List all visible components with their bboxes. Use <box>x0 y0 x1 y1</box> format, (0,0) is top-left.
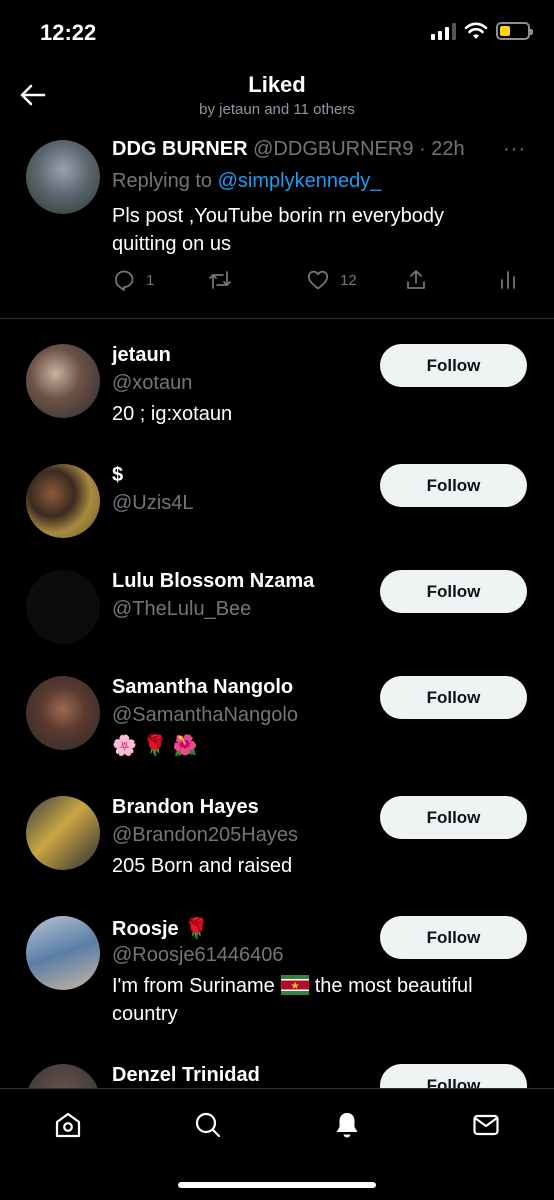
heart-icon <box>307 270 329 290</box>
tweet-author-handle[interactable]: @DDGBURNER9 <box>253 138 413 160</box>
user-handle: @Roosje61446406 <box>112 944 284 966</box>
like-button[interactable]: 12 <box>306 268 357 292</box>
notifications-icon <box>336 1113 358 1138</box>
tweet-actions: 1 12 <box>112 268 522 296</box>
retweet-button[interactable] <box>207 268 243 292</box>
status-bar: 12:22 <box>0 0 554 66</box>
tweet[interactable]: DDG BURNER @DDGBURNER9 · 22h ··· Replyin… <box>0 124 554 319</box>
signal-icon <box>431 22 456 40</box>
user-name: Samantha Nangolo <box>112 676 294 698</box>
avatar[interactable] <box>26 570 100 644</box>
user-bio-text: I'm from Suriname <box>112 975 275 997</box>
user-bio: 🌸 🌹 🌺 <box>112 735 198 757</box>
like-count: 12 <box>340 271 357 289</box>
follow-button[interactable]: Follow <box>380 344 527 387</box>
tweet-header: DDG BURNER @DDGBURNER9 · 22h <box>112 138 465 161</box>
nav-search[interactable] <box>188 1105 228 1145</box>
avatar[interactable] <box>26 796 100 870</box>
tweet-text: Pls post ,YouTube borin rn everybody qui… <box>112 205 445 255</box>
user-name: $ <box>112 464 124 486</box>
wifi-icon <box>464 22 488 39</box>
reply-button[interactable]: 1 <box>112 268 154 292</box>
tweet-time[interactable]: 22h <box>431 138 464 160</box>
user-name: Denzel Trinidad <box>112 1064 260 1086</box>
page-title: Liked <box>248 72 306 97</box>
follow-button[interactable]: Follow <box>380 464 527 507</box>
header: Liked by jetaun and 11 others <box>0 66 554 124</box>
user-bio: 20 ; ig:xotaun <box>112 403 233 425</box>
user-handle: @xotaun <box>112 372 193 394</box>
user-name: Brandon Hayes <box>112 796 259 818</box>
tweet-separator: · <box>419 138 426 160</box>
avatar[interactable] <box>26 464 100 538</box>
user-name: Lulu Blossom Nzama <box>112 570 315 592</box>
user-handle: @TheLulu_Bee <box>112 598 252 620</box>
retweet-icon <box>209 271 231 289</box>
user-handle: @Brandon205Hayes <box>112 824 298 846</box>
user-bio: I'm from Suriname the most beautiful cou… <box>112 972 512 1028</box>
follow-button[interactable]: Follow <box>380 570 527 613</box>
share-button[interactable] <box>404 268 428 292</box>
status-time: 12:22 <box>40 20 97 45</box>
reply-count: 1 <box>146 271 155 289</box>
avatar[interactable] <box>26 676 100 750</box>
user-handle: @Uzis4L <box>112 492 194 514</box>
follow-button[interactable]: Follow <box>380 1064 527 1088</box>
user-handle: @SamanthaNangolo <box>112 704 298 726</box>
avatar[interactable] <box>26 344 100 418</box>
home-icon <box>55 1112 81 1138</box>
more-options-icon[interactable]: ··· <box>503 138 526 161</box>
page-subtitle: by jetaun and 11 others <box>199 101 355 118</box>
replying-prefix: Replying to <box>112 170 213 192</box>
follow-button[interactable]: Follow <box>380 796 527 839</box>
nav-notifications[interactable] <box>327 1105 367 1145</box>
avatar[interactable] <box>26 140 100 214</box>
tweet-author-name[interactable]: DDG BURNER <box>112 138 248 160</box>
user-name: jetaun <box>112 344 171 366</box>
analytics-button[interactable] <box>498 268 518 292</box>
status-icons <box>431 22 533 40</box>
liked-by-list[interactable]: jetaun @xotaun 20 ; ig:xotaun Follow $ @… <box>0 320 554 1088</box>
user-name: Roosje 🌹 <box>112 918 210 940</box>
nav-messages[interactable] <box>466 1105 506 1145</box>
follow-button[interactable]: Follow <box>380 916 527 959</box>
messages-icon <box>473 1114 499 1136</box>
nav-home[interactable] <box>48 1105 88 1145</box>
follow-button[interactable]: Follow <box>380 676 527 719</box>
reply-icon <box>115 270 134 291</box>
search-icon <box>195 1112 221 1138</box>
bottom-nav <box>0 1088 554 1200</box>
user-bio: 205 Born and raised <box>112 855 293 877</box>
battery-icon <box>496 22 533 40</box>
share-icon <box>407 270 425 289</box>
avatar[interactable] <box>26 1064 100 1088</box>
replying-to: Replying to @simplykennedy_ <box>112 170 381 193</box>
home-indicator[interactable] <box>178 1182 376 1188</box>
avatar[interactable] <box>26 916 100 990</box>
replying-to-link[interactable]: @simplykennedy_ <box>218 170 382 192</box>
suriname-flag-icon <box>280 975 309 995</box>
analytics-icon <box>501 271 515 289</box>
